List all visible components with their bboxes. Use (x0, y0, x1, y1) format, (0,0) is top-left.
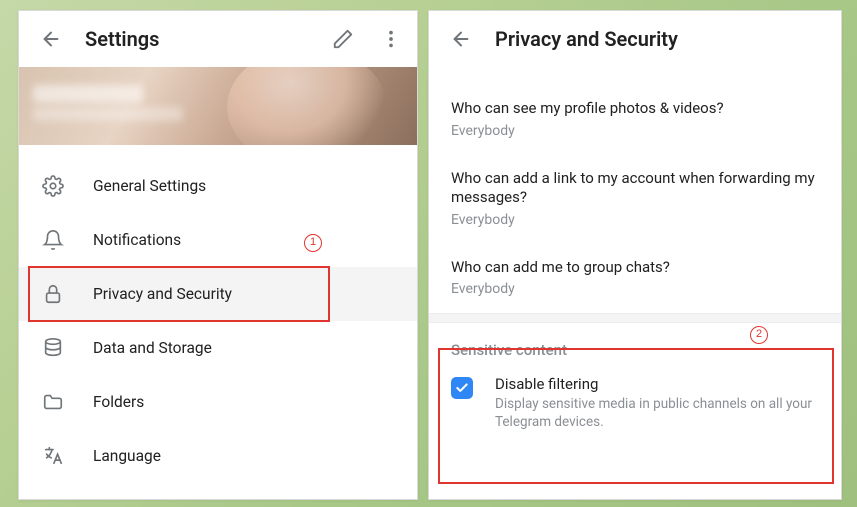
check-icon (455, 381, 469, 395)
folder-icon (41, 390, 65, 414)
menu-item-label: Notifications (93, 231, 181, 249)
privacy-title: Privacy and Security (495, 27, 678, 51)
menu-item-data-storage[interactable]: Data and Storage (19, 321, 417, 375)
privacy-item-value: Everybody (451, 281, 819, 297)
arrow-left-icon (450, 28, 472, 50)
language-icon (41, 444, 65, 468)
back-button[interactable] (441, 19, 481, 59)
menu-item-notifications[interactable]: Notifications (19, 213, 417, 267)
settings-header: Settings (19, 11, 417, 67)
menu-item-label: Folders (93, 393, 144, 411)
menu-item-general-settings[interactable]: General Settings (19, 159, 417, 213)
settings-title: Settings (85, 27, 159, 51)
privacy-item-title: Who can add a link to my account when fo… (451, 169, 819, 208)
privacy-panel: Privacy and Security Who can see my prof… (428, 10, 842, 500)
privacy-item-profile-photos[interactable]: Who can see my profile photos & videos? … (429, 85, 841, 155)
annotation-marker-2: 2 (750, 324, 768, 344)
disable-filtering-title: Disable filtering (495, 375, 819, 393)
menu-item-label: General Settings (93, 177, 206, 195)
privacy-item-group-chats[interactable]: Who can add me to group chats? Everybody (429, 244, 841, 314)
privacy-header: Privacy and Security (429, 11, 841, 67)
more-vertical-icon (380, 28, 402, 50)
gear-icon (41, 174, 65, 198)
section-divider (429, 313, 841, 323)
menu-item-label: Privacy and Security (93, 285, 232, 303)
disable-filtering-description: Display sensitive media in public channe… (495, 395, 819, 431)
pencil-icon (332, 28, 354, 50)
menu-item-language[interactable]: Language (19, 429, 417, 483)
sensitive-content-label: Sensitive content (429, 323, 841, 363)
disable-filtering-checkbox[interactable] (451, 377, 473, 399)
edit-button[interactable] (323, 19, 363, 59)
privacy-item-value: Everybody (451, 123, 819, 139)
menu-item-label: Language (93, 447, 161, 465)
disable-filtering-row[interactable]: Disable filtering Display sensitive medi… (429, 363, 841, 447)
database-icon (41, 336, 65, 360)
menu-item-privacy-security[interactable]: Privacy and Security (19, 267, 417, 321)
back-button[interactable] (31, 19, 71, 59)
menu-item-label: Data and Storage (93, 339, 212, 357)
privacy-item-forward-link[interactable]: Who can add a link to my account when fo… (429, 155, 841, 244)
settings-menu: General Settings Notifications Privacy a… (19, 145, 417, 483)
bell-icon (41, 228, 65, 252)
profile-banner[interactable] (19, 67, 417, 145)
settings-panel: Settings General Settings Notifications (18, 10, 418, 500)
menu-item-folders[interactable]: Folders (19, 375, 417, 429)
privacy-item-value: Everybody (451, 212, 819, 228)
privacy-item-title: Who can add me to group chats? (451, 258, 819, 278)
lock-icon (41, 282, 65, 306)
more-button[interactable] (377, 19, 405, 59)
arrow-left-icon (40, 28, 62, 50)
profile-name-blurred (33, 85, 143, 103)
privacy-item-title: Who can see my profile photos & videos? (451, 99, 819, 119)
profile-status-blurred (33, 107, 183, 121)
annotation-marker-1: 1 (304, 232, 322, 252)
